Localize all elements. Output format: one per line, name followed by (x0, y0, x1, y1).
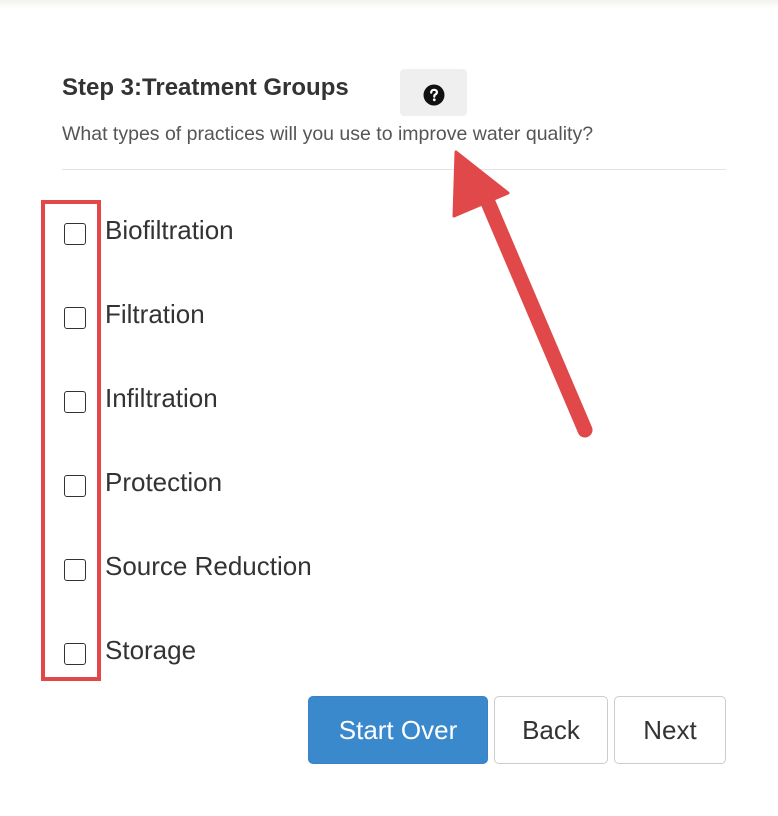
option-label: Storage (105, 634, 197, 665)
top-edge (0, 0, 778, 8)
option-label: Protection (105, 466, 223, 497)
option-storage[interactable]: Storage (64, 634, 196, 666)
question-circle-icon (423, 84, 444, 106)
checkbox-storage[interactable] (64, 643, 86, 665)
checkbox-biofiltration[interactable] (64, 223, 86, 245)
option-filtration[interactable]: Filtration (64, 298, 205, 330)
option-label: Infiltration (105, 382, 218, 413)
checkbox-filtration[interactable] (64, 307, 86, 329)
checkbox-protection[interactable] (64, 475, 86, 497)
step-title: Step 3:Treatment Groups (62, 74, 349, 101)
option-label: Filtration (105, 298, 205, 329)
step-subtitle: What types of practices will you use to … (62, 123, 594, 145)
option-infiltration[interactable]: Infiltration (64, 382, 218, 414)
back-button[interactable]: Back (494, 696, 608, 764)
option-biofiltration[interactable]: Biofiltration (64, 214, 234, 246)
divider (62, 169, 726, 170)
next-button[interactable]: Next (614, 696, 726, 764)
help-button[interactable] (400, 69, 467, 116)
checkbox-source-reduction[interactable] (64, 559, 86, 581)
option-label: Biofiltration (105, 214, 234, 245)
option-source-reduction[interactable]: Source Reduction (64, 550, 312, 582)
annotation-highlight-box (41, 200, 101, 681)
checkbox-infiltration[interactable] (64, 391, 86, 413)
start-over-button[interactable]: Start Over (308, 696, 488, 764)
option-label: Source Reduction (105, 550, 312, 581)
option-protection[interactable]: Protection (64, 466, 222, 498)
